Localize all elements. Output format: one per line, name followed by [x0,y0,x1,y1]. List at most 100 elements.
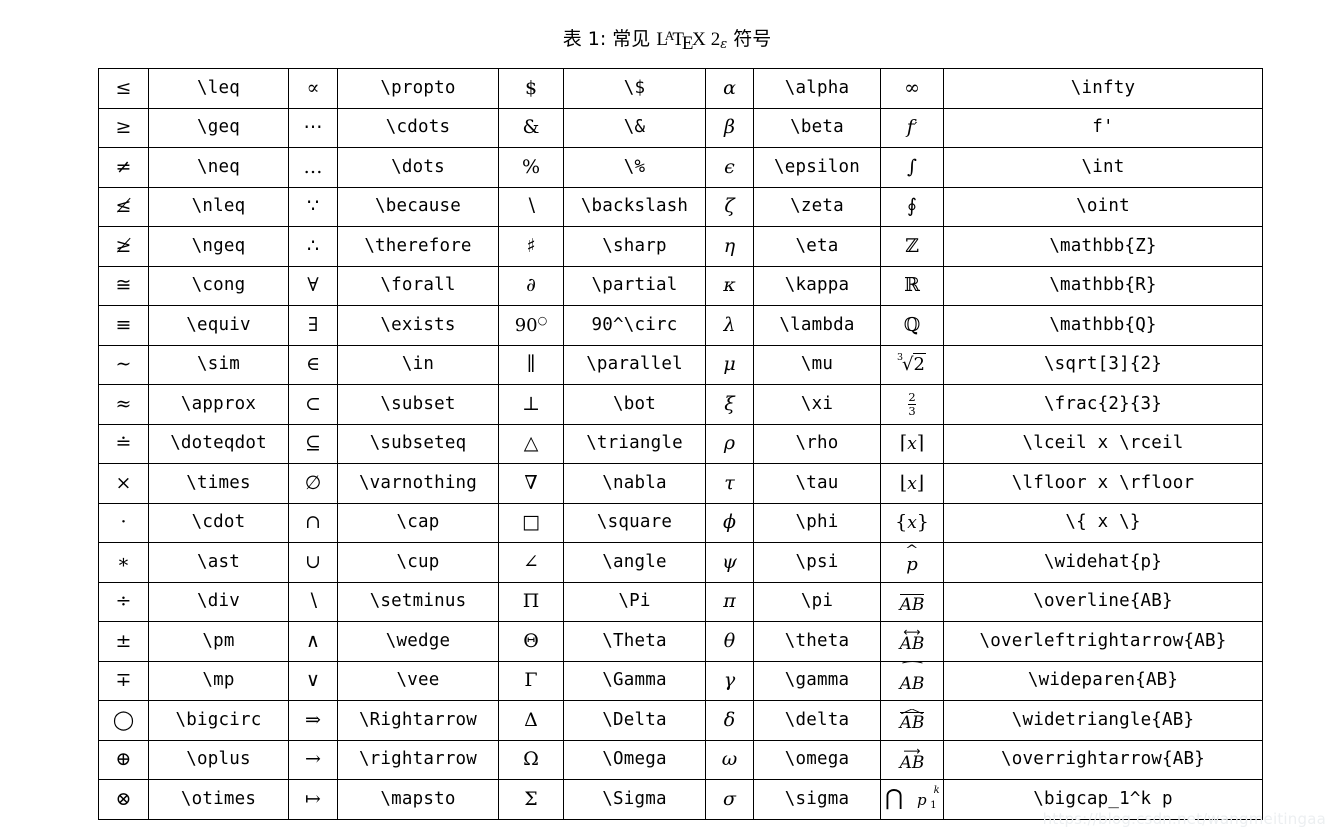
symbol-glyph-cell: α [705,68,754,109]
symbol-command: \gamma [784,670,850,690]
symbol-command: \theta [784,630,850,651]
symbol-glyph: σ [723,787,736,810]
symbol-glyph: ÷ [115,590,132,613]
symbol-glyph: ⇒ [305,708,321,731]
table-row: ∼ \sim ∈ \in ∥ \parallel μ \mu 3 √2 \sqrt[3]{2} [98,344,1263,385]
symbol-command: \otimes [180,788,257,809]
symbol-glyph: ∂ [526,274,536,297]
symbol-command-cell: \rho [753,423,881,464]
symbol-command-cell: \angle [563,542,706,583]
symbol-command-cell: \leq [148,68,289,109]
symbol-command-cell: \Theta [563,621,706,662]
symbol-command-cell: \because [337,186,499,227]
table-row: ≤ \leq ∝ \propto $ \$ α \alpha ∞ \infty [98,68,1263,109]
symbol-command-cell: \cup [337,542,499,583]
symbol-command: \% [623,156,646,177]
symbol-command: \because [375,196,461,216]
symbol-glyph-cell: κ [705,265,754,306]
table-row: ≅ \cong ∀ \forall ∂ \partial κ \kappa ℝ \mathbb{R… [98,265,1263,306]
symbol-command: \cup [396,551,440,572]
symbol-glyph: ∴ [306,234,320,257]
symbol-command: \Omega [602,749,667,769]
symbol-glyph: ◯ [112,708,135,731]
symbol-command: f' [1092,117,1114,137]
symbol-command-cell: \mathbb{R} [943,265,1263,306]
symbol-command-cell: \approx [148,384,289,425]
symbol-glyph: θ [723,629,736,652]
table-row: ≠ \neq … \dots% \% ϵ \epsilon ∫ \int [98,147,1263,188]
symbol-glyph-cell: ℤ [880,226,944,267]
symbol-command: \exists [380,314,456,335]
symbol-command: \mp [202,670,235,690]
symbol-glyph-cell: ⁀ AB [880,660,944,701]
symbol-command-cell: \nabla [563,463,706,504]
symbol-command-cell: \{ x \} [943,502,1263,543]
symbol-command: \neq [197,156,240,177]
source-watermark: https://blog.csdn.net/wangmeitingaa [1042,810,1326,828]
symbol-command: \forall [380,275,456,295]
symbol-glyph-cell: τ [705,463,754,504]
symbol-glyph: η [723,234,736,257]
symbol-command: \ngeq [191,235,246,256]
symbol-glyph-cell: ⟷ AB [880,621,944,662]
symbol-command-cell: \tau [753,463,881,504]
symbol-command-cell: \geq [148,107,289,148]
symbol-glyph-cell: ∓ [98,660,149,701]
symbol-glyph-cell: ≱ [98,226,149,267]
symbol-command: \varnothing [358,472,478,493]
symbol-glyph: Θ [523,629,539,652]
symbol-command: \bot [613,393,656,414]
symbol-command: \geq [197,117,240,137]
symbol-glyph: ∖ [524,195,538,218]
symbol-glyph: ℝ [904,274,920,297]
table-row: ⊕ \oplus → \rightarrow Ω \Omega ω \omega ⟶ AB \ove… [98,739,1263,780]
symbol-command: \pm [202,630,235,651]
symbol-glyph-cell: β [705,107,754,148]
symbol-glyph: … [303,155,323,178]
symbol-command-cell: \lambda [753,305,881,346]
table-row: ≱ \ngeq ∴ \therefore ♯ \sharp η \eta ℤ \mathbb{Z} [98,226,1263,267]
symbol-glyph: ϕ [723,511,736,534]
symbol-command-cell: \frac{2}{3} [943,384,1263,425]
symbol-glyph-cell: ∃ [288,305,338,346]
symbol-glyph-cell: · [98,502,149,543]
symbol-command: \psi [795,551,839,572]
symbol-command: \nleq [191,196,246,216]
symbol-glyph: ∮ [907,195,917,218]
symbol-glyph: ψ [722,550,737,573]
symbol-glyph: ≐ [115,432,132,455]
symbol-command: \approx [180,393,257,414]
symbol-glyph-cell: σ [705,779,754,820]
symbol-command: \infty [1070,77,1136,98]
symbol-glyph-cell: ≤ [98,68,149,109]
symbol-command: \kappa [784,275,850,295]
symbol-glyph-cell: γ [705,660,754,701]
symbol-command: \omega [784,749,850,769]
symbol-glyph-cell: ω [705,739,754,780]
symbol-command-cell: \exists [337,305,499,346]
symbol-command: \therefore [364,235,472,256]
symbol-command: \nabla [602,472,667,493]
symbol-glyph-cell: ÷ [98,581,149,622]
symbol-glyph: ∞ [904,76,920,99]
symbol-glyph-cell: ⌈x⌉ [880,423,944,464]
symbol-glyph-cell: ∵ [288,186,338,227]
symbol-command: \& [623,117,646,137]
symbol-glyph-cell: ≡ [98,305,149,346]
symbol-glyph-cell: ⊗ [98,779,149,820]
logo-letter-x: X [692,29,706,50]
symbol-command-cell: \neq [148,147,289,188]
symbol-glyph: ∼ [115,353,132,376]
symbol-glyph-cell: ∈ [288,344,338,385]
symbol-command: \bigcirc [175,709,262,730]
symbol-command: \in [401,354,435,374]
symbol-command: \zeta [790,196,844,216]
symbol-command-cell: \sigma [753,779,881,820]
logo-letter-e: E [681,33,694,54]
symbol-glyph: ♯ [526,234,536,257]
symbol-command: \mu [800,354,834,374]
symbol-command-cell: \nleq [148,186,289,227]
symbol-command: \mathbb{Z} [1049,235,1157,256]
symbol-glyph: ≡ [115,313,132,336]
symbol-glyph: ⊂ [305,392,321,415]
